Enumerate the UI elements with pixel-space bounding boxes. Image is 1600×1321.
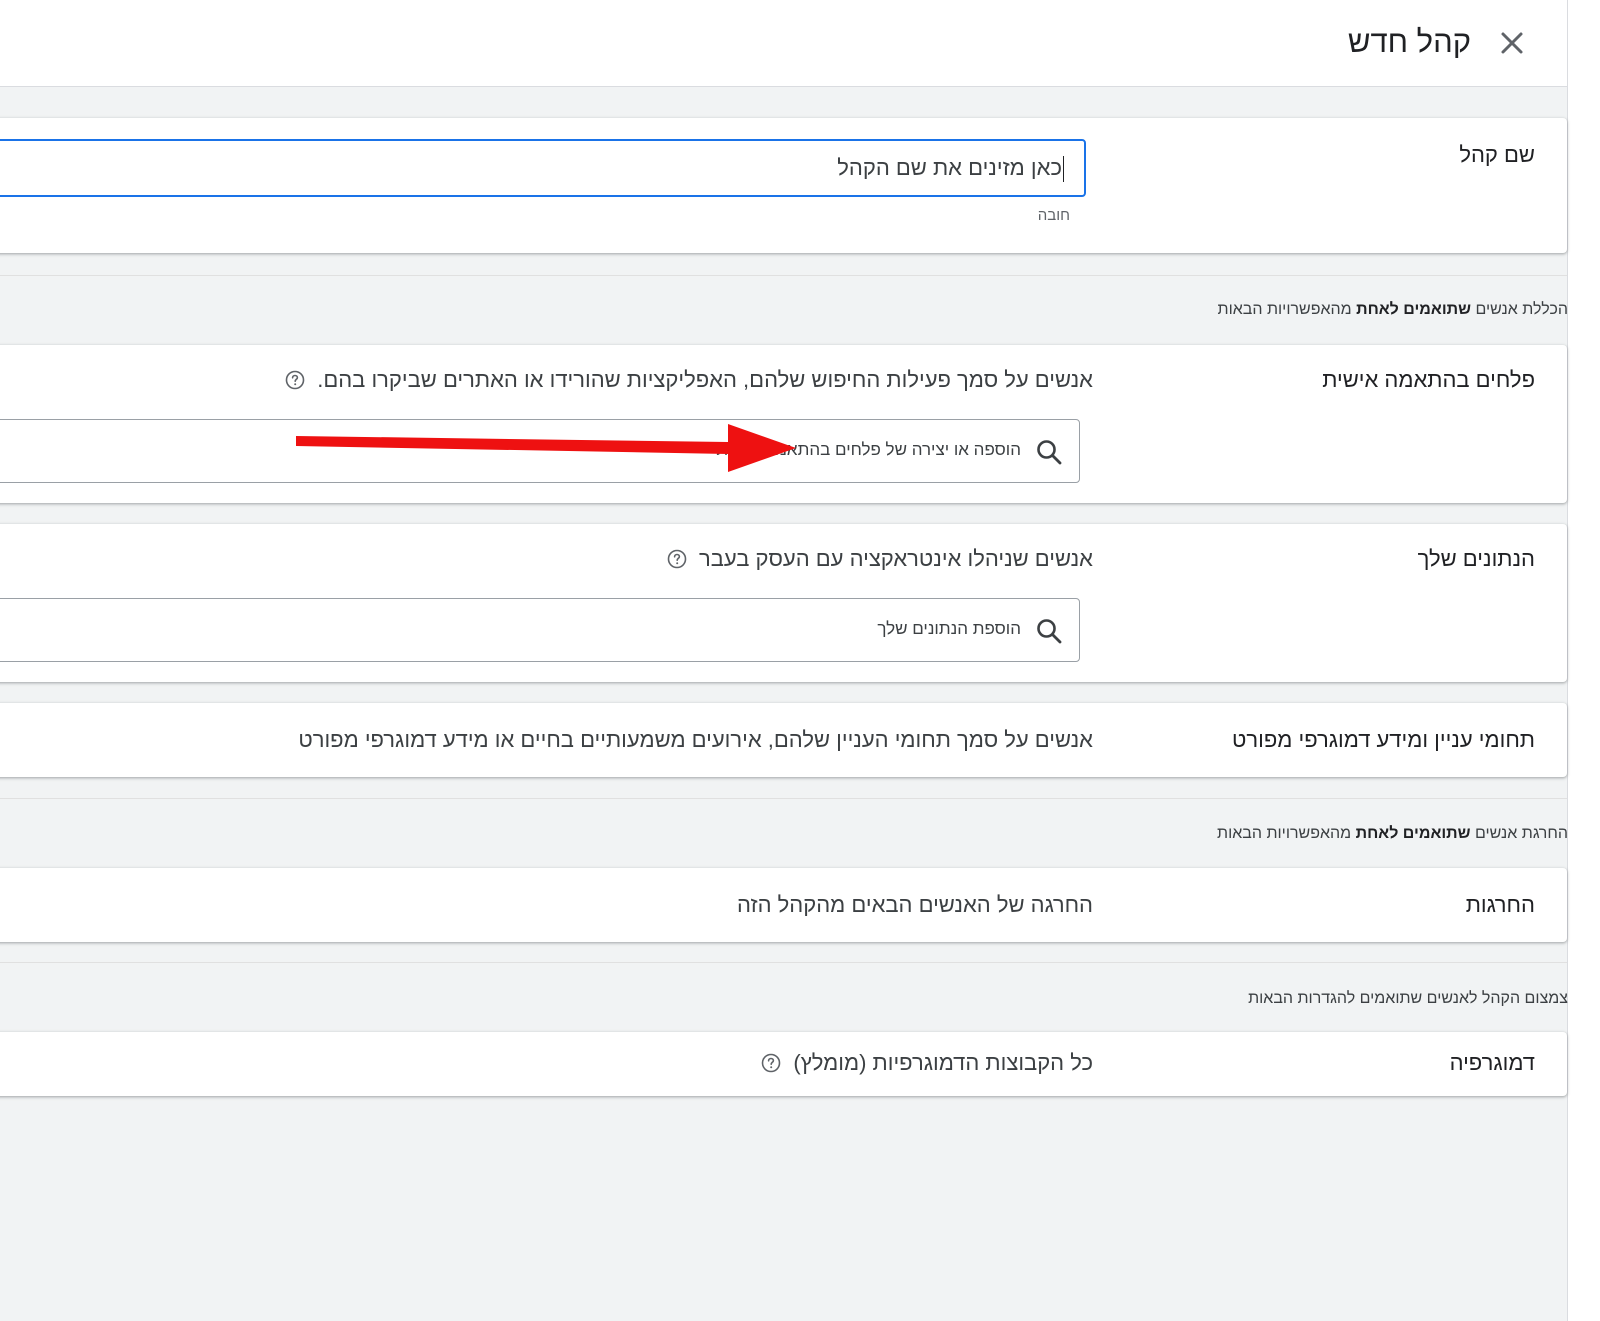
help-icon[interactable] (761, 1053, 781, 1073)
your-data-card: הנתונים שלך אנשים שניהלו אינטראקציה עם ה… (0, 524, 1567, 682)
help-icon[interactable] (285, 370, 305, 390)
your-data-placeholder: הוספת הנתונים שלך (877, 619, 1021, 638)
your-data-description: אנשים שניהלו אינטראקציה עם העסק בעבר (698, 546, 1093, 571)
custom-segments-card: פלחים בהתאמה אישית אנשים על סמך פעילות ה… (0, 345, 1567, 503)
audience-name-value: כאן מזינים את שם הקהל (837, 155, 1062, 180)
section-divider (0, 798, 1567, 799)
your-data-title: הנתונים שלך (1417, 546, 1535, 571)
demographics-description-row: כל הקבוצות הדמוגרפיות (מומלץ) (761, 1050, 1093, 1076)
custom-segments-description-row: אנשים על סמך פעילות החיפוש שלהם, האפליקצ… (285, 367, 1093, 393)
demographics-title: דמוגרפיה (1449, 1050, 1535, 1075)
include-label-bold: שתואמים לאחת (1356, 301, 1472, 318)
demographics-description: כל הקבוצות הדמוגרפיות (מומלץ) (793, 1050, 1093, 1075)
custom-segments-placeholder: הוספה או יצירה של פלחים בהתאמה אישית (716, 440, 1021, 459)
custom-segments-title: פלחים בהתאמה אישית (1322, 367, 1535, 392)
section-divider (0, 962, 1567, 963)
interests-title: תחומי עניין ומידע דמוגרפי מפורט (1232, 727, 1535, 752)
page-title: קהל חדש (1347, 24, 1471, 59)
dialog-header: קהל חדש (0, 0, 1567, 87)
narrow-section-label: צמצום הקהל לאנשים שתואמים להגדרות הבאות (1248, 990, 1568, 1007)
exclude-label-bold: שתואמים לאחת (1355, 825, 1471, 842)
help-icon[interactable] (667, 549, 687, 569)
include-section-label: הכללת אנשים שתואמים לאחת מהאפשרויות הבאו… (1218, 301, 1568, 319)
interests-card[interactable]: תחומי עניין ומידע דמוגרפי מפורט אנשים על… (0, 703, 1567, 777)
audience-name-input[interactable]: כאן מזינים את שם הקהל (0, 139, 1086, 197)
interests-description: אנשים על סמך תחומי העניין שלהם, אירועים … (298, 727, 1093, 752)
search-icon (1037, 619, 1062, 644)
include-label-suffix: מהאפשרויות הבאות (1217, 301, 1357, 318)
custom-segments-search[interactable]: הוספה או יצירה של פלחים בהתאמה אישית (0, 419, 1080, 483)
required-hint: חובה (1037, 207, 1070, 224)
audience-name-label: שם קהל (1459, 142, 1535, 167)
text-caret (1063, 156, 1064, 183)
exclusions-title: החרגות (1465, 892, 1535, 917)
right-scroll-edge (1567, 0, 1600, 1321)
close-button[interactable] (1497, 28, 1527, 58)
include-label-prefix: הכללת אנשים (1471, 301, 1568, 318)
exclusions-description: החרגה של האנשים הבאים מהקהל הזה (736, 892, 1093, 917)
audience-name-card: שם קהל כאן מזינים את שם הקהל חובה (0, 118, 1567, 253)
exclude-label-suffix: מהאפשרויות הבאות (1217, 825, 1356, 842)
custom-segments-description: אנשים על סמך פעילות החיפוש שלהם, האפליקצ… (317, 367, 1093, 392)
close-icon (1501, 32, 1523, 54)
exclusions-card[interactable]: החרגות החרגה של האנשים הבאים מהקהל הזה (0, 868, 1567, 942)
exclude-label-prefix: החרגת אנשים (1470, 825, 1568, 842)
your-data-description-row: אנשים שניהלו אינטראקציה עם העסק בעבר (667, 546, 1093, 572)
exclude-section-label: החרגת אנשים שתואמים לאחת מהאפשרויות הבאו… (1217, 825, 1568, 843)
search-icon (1037, 440, 1062, 465)
exclusions-description-row: החרגה של האנשים הבאים מהקהל הזה (737, 892, 1093, 918)
interests-description-row: אנשים על סמך תחומי העניין שלהם, אירועים … (298, 727, 1093, 753)
section-divider (0, 275, 1567, 276)
your-data-search[interactable]: הוספת הנתונים שלך (0, 598, 1080, 662)
demographics-card[interactable]: דמוגרפיה כל הקבוצות הדמוגרפיות (מומלץ) (0, 1032, 1567, 1096)
